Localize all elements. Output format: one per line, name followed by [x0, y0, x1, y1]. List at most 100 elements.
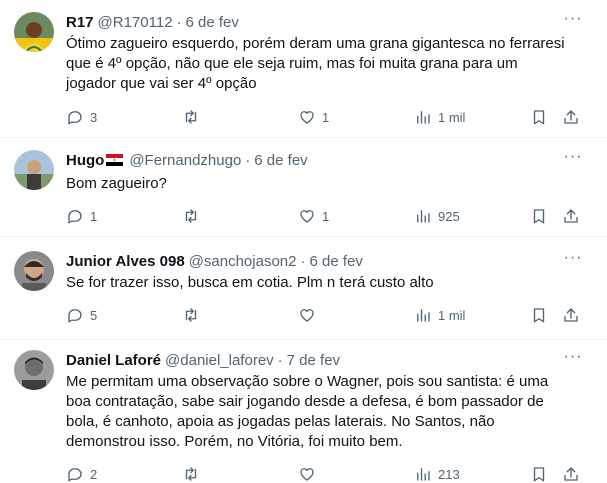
views-button[interactable]: 213: [414, 464, 460, 483]
tweet-text: Ótimo zagueiro esquerdo, porém deram uma…: [66, 35, 565, 92]
separator-dot: ·: [176, 13, 182, 31]
view-count: 925: [438, 208, 460, 224]
tweet-text: Bom zagueiro?: [66, 175, 167, 192]
display-name[interactable]: R17: [66, 14, 94, 31]
tweet-header: Daniel Laforé @daniel_laforev · 7 de fev: [66, 350, 340, 370]
reply-icon: [68, 210, 82, 224]
tweet-actions: 3 1 1 mil: [58, 107, 588, 127]
retweet-button[interactable]: [182, 206, 206, 226]
reply-count: 5: [90, 307, 98, 323]
avatar-image: [14, 251, 54, 291]
user-handle[interactable]: @daniel_laforev: [165, 352, 274, 369]
bookmark-icon: [533, 308, 545, 323]
heart-icon: [300, 468, 314, 481]
separator-dot: ·: [245, 151, 251, 169]
reply-count: 1: [90, 208, 98, 224]
tweet-header: Junior Alves 098 @sanchojason2 · 6 de fe…: [66, 251, 363, 271]
reply-button[interactable]: 2: [66, 464, 97, 483]
display-name[interactable]: Junior Alves 098: [66, 253, 185, 270]
share-button[interactable]: [562, 206, 580, 226]
reply-count: 2: [90, 466, 98, 482]
display-name[interactable]: Hugo: [66, 152, 104, 169]
more-icon[interactable]: ···: [563, 349, 583, 370]
like-button[interactable]: [298, 305, 322, 325]
retweet-button[interactable]: [182, 305, 206, 325]
heart-icon: [300, 111, 314, 124]
more-icon[interactable]: ···: [563, 149, 583, 170]
tweet-date[interactable]: 6 de fev: [309, 253, 362, 270]
views-icon: [417, 111, 430, 124]
views-button[interactable]: 1 mil: [414, 305, 465, 325]
bookmark-button[interactable]: [530, 107, 548, 127]
reply-count: 3: [90, 109, 98, 125]
share-button[interactable]: [562, 305, 580, 325]
tweet-actions: 5 1 mil: [58, 305, 588, 325]
like-count: 1: [322, 208, 330, 224]
bookmark-button[interactable]: [530, 305, 548, 325]
avatar[interactable]: [14, 12, 54, 52]
replies-feed: R17 @R170112 · 6 de fev ··· Ótimo zaguei…: [0, 0, 607, 483]
bookmark-button[interactable]: [530, 206, 548, 226]
avatar-image: [14, 150, 54, 190]
bookmark-icon: [533, 209, 545, 224]
tweet-header: R17 @R170112 · 6 de fev: [66, 12, 239, 32]
views-icon: [417, 468, 430, 481]
retweet-icon: [185, 308, 197, 322]
tweet[interactable]: R17 @R170112 · 6 de fev ··· Ótimo zaguei…: [0, 0, 607, 138]
reply-button[interactable]: 1: [66, 206, 97, 226]
tweet[interactable]: Junior Alves 098 @sanchojason2 · 6 de fe…: [0, 237, 607, 340]
heart-icon: [300, 309, 314, 322]
separator-dot: ·: [277, 351, 283, 369]
display-name[interactable]: Daniel Laforé: [66, 352, 161, 369]
reply-button[interactable]: 3: [66, 107, 97, 127]
reply-icon: [68, 468, 82, 482]
tweet-date[interactable]: 6 de fev: [186, 14, 239, 31]
tweet[interactable]: Hugo @Fernandzhugo · 6 de fev ··· Bom za…: [0, 138, 607, 237]
reply-button[interactable]: 5: [66, 305, 97, 325]
more-icon[interactable]: ···: [563, 11, 583, 32]
separator-dot: ·: [300, 252, 306, 270]
views-button[interactable]: 925: [414, 206, 460, 226]
like-button[interactable]: 1: [298, 107, 329, 127]
retweet-icon: [185, 209, 197, 223]
share-icon: [564, 209, 578, 223]
like-button[interactable]: 1: [298, 206, 329, 226]
views-icon: [417, 210, 430, 223]
view-count: 1 mil: [438, 307, 466, 323]
tweet-actions: 1 1 925: [58, 206, 588, 226]
share-icon: [564, 110, 578, 124]
user-handle[interactable]: @R170112: [98, 14, 173, 31]
tweet-date[interactable]: 6 de fev: [254, 152, 307, 169]
share-icon: [564, 308, 578, 322]
view-count: 213: [438, 466, 460, 482]
avatar[interactable]: [14, 150, 54, 190]
heart-icon: [300, 210, 314, 223]
tweet[interactable]: Daniel Laforé @daniel_laforev · 7 de fev…: [0, 340, 607, 483]
bookmark-icon: [533, 110, 545, 125]
views-button[interactable]: 1 mil: [414, 107, 465, 127]
user-handle[interactable]: @sanchojason2: [189, 253, 297, 270]
user-handle[interactable]: @Fernandzhugo: [129, 152, 241, 169]
retweet-icon: [185, 110, 197, 124]
retweet-button[interactable]: [182, 107, 206, 127]
avatar-image: [14, 350, 54, 390]
tweet-text: Se for trazer isso, busca em cotia. Plm …: [66, 274, 434, 291]
tweet-date[interactable]: 7 de fev: [287, 352, 340, 369]
views-icon: [417, 309, 430, 322]
avatar[interactable]: [14, 350, 54, 390]
avatar[interactable]: [14, 251, 54, 291]
bookmark-icon: [533, 467, 545, 482]
more-icon[interactable]: ···: [563, 250, 583, 271]
egypt-flag-icon: [106, 154, 124, 166]
reply-icon: [68, 309, 82, 323]
like-button[interactable]: [298, 464, 322, 483]
tweet-text: Me permitam uma observação sobre o Wagne…: [66, 373, 549, 450]
avatar-image: [14, 12, 54, 52]
retweet-icon: [185, 467, 197, 481]
tweet-actions: 2 213: [58, 464, 588, 483]
bookmark-button[interactable]: [530, 464, 548, 483]
share-button[interactable]: [562, 107, 580, 127]
reply-icon: [68, 111, 82, 125]
share-button[interactable]: [562, 464, 580, 483]
retweet-button[interactable]: [182, 464, 206, 483]
